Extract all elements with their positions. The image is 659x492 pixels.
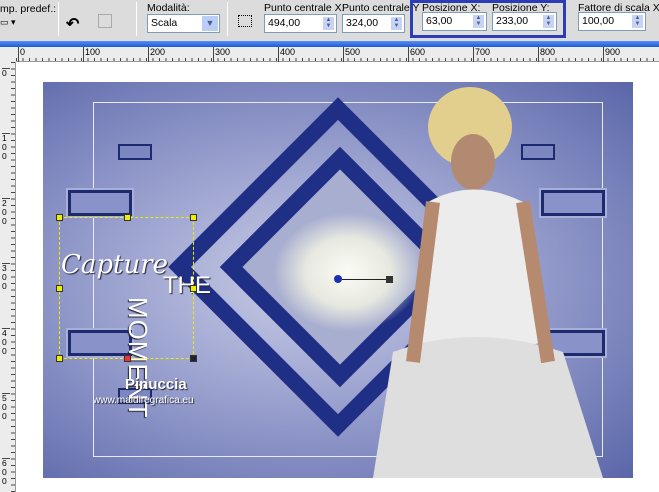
- reset-icon[interactable]: [98, 14, 112, 28]
- spin-icon[interactable]: ▲ ▼: [543, 15, 554, 28]
- spin-icon[interactable]: ▲ ▼: [391, 17, 402, 30]
- scale-x-value: 100,00: [582, 15, 615, 27]
- selection-handle[interactable]: [56, 355, 63, 362]
- pos-x-value: 63,00: [426, 15, 453, 27]
- preset-label: mp. predef.:: [0, 3, 57, 15]
- pos-y-value: 233,00: [496, 15, 529, 27]
- selection-handle[interactable]: [190, 355, 197, 362]
- woman-figure: [373, 87, 603, 478]
- selection-handle[interactable]: [190, 214, 197, 221]
- mode-value: Scala: [151, 17, 178, 29]
- ruler-label: 200: [2, 198, 10, 226]
- plate: [68, 190, 132, 216]
- center-x-value: 494,00: [268, 17, 301, 29]
- vertical-ruler[interactable]: 0 100 200 300 400 500 600: [0, 62, 16, 492]
- author-text: Pinuccia: [125, 376, 187, 393]
- pos-y-input[interactable]: 233,00 ▲ ▼: [492, 12, 557, 31]
- rotation-handle[interactable]: [386, 276, 393, 283]
- selection-handle[interactable]: [56, 285, 63, 292]
- ruler-label: 100: [83, 47, 100, 62]
- center-y-input[interactable]: 324,00 ▲ ▼: [342, 14, 405, 33]
- selection-handle[interactable]: [190, 285, 197, 292]
- spin-icon[interactable]: ▲ ▼: [473, 15, 484, 28]
- selection-handle[interactable]: [124, 214, 131, 221]
- mode-select[interactable]: Scala ▼: [147, 14, 220, 33]
- ruler-label: 500: [343, 47, 360, 62]
- ruler-label: 100: [2, 133, 10, 161]
- small-plate: [118, 144, 152, 160]
- ruler-label: 0: [2, 68, 10, 78]
- rotate-icon[interactable]: ↶: [66, 14, 79, 34]
- ruler-label: 300: [213, 47, 230, 62]
- ruler-label: 700: [473, 47, 490, 62]
- center-point-icon[interactable]: [238, 15, 252, 27]
- spin-icon[interactable]: ▲ ▼: [632, 15, 643, 28]
- spin-icon[interactable]: ▲ ▼: [323, 17, 334, 30]
- selection-box[interactable]: [59, 217, 194, 359]
- tool-options-bar: mp. predef.: ▭ ▾ ↶ Modalità: Scala ▼ Punt…: [0, 0, 659, 41]
- ruler-corner: [0, 47, 16, 62]
- center-y-value: 324,00: [346, 17, 379, 29]
- preset-dropdown[interactable]: ▭ ▾: [0, 17, 24, 33]
- scale-x-input[interactable]: 100,00 ▲ ▼: [578, 12, 646, 31]
- rotation-handle-line: [342, 279, 388, 280]
- ruler-label: 500: [2, 393, 10, 421]
- center-y-label: Punto centrale Y: [342, 2, 420, 14]
- center-x-label: Punto centrale X:: [264, 2, 345, 14]
- horizontal-ruler[interactable]: 0 100 200 300 400 500 600 700 800 900: [16, 47, 659, 62]
- ruler-label: 300: [2, 263, 10, 291]
- ruler-label: 0: [18, 47, 25, 62]
- website-text: www.maidiregrafica.eu: [93, 395, 194, 406]
- ruler-label: 600: [408, 47, 425, 62]
- ruler-label: 400: [278, 47, 295, 62]
- center-x-input[interactable]: 494,00 ▲ ▼: [264, 14, 337, 33]
- pos-x-input[interactable]: 63,00 ▲ ▼: [422, 12, 487, 31]
- ruler-label: 400: [2, 328, 10, 356]
- ruler-label: 900: [603, 47, 620, 62]
- ruler-label: 600: [2, 458, 10, 486]
- ruler-label: 800: [538, 47, 555, 62]
- ruler-label: 200: [148, 47, 165, 62]
- rotation-pivot[interactable]: [334, 275, 342, 283]
- selection-handle[interactable]: [56, 214, 63, 221]
- selection-handle[interactable]: [124, 355, 131, 362]
- chevron-down-icon: ▼: [202, 16, 218, 31]
- mode-label: Modalità:: [147, 2, 190, 14]
